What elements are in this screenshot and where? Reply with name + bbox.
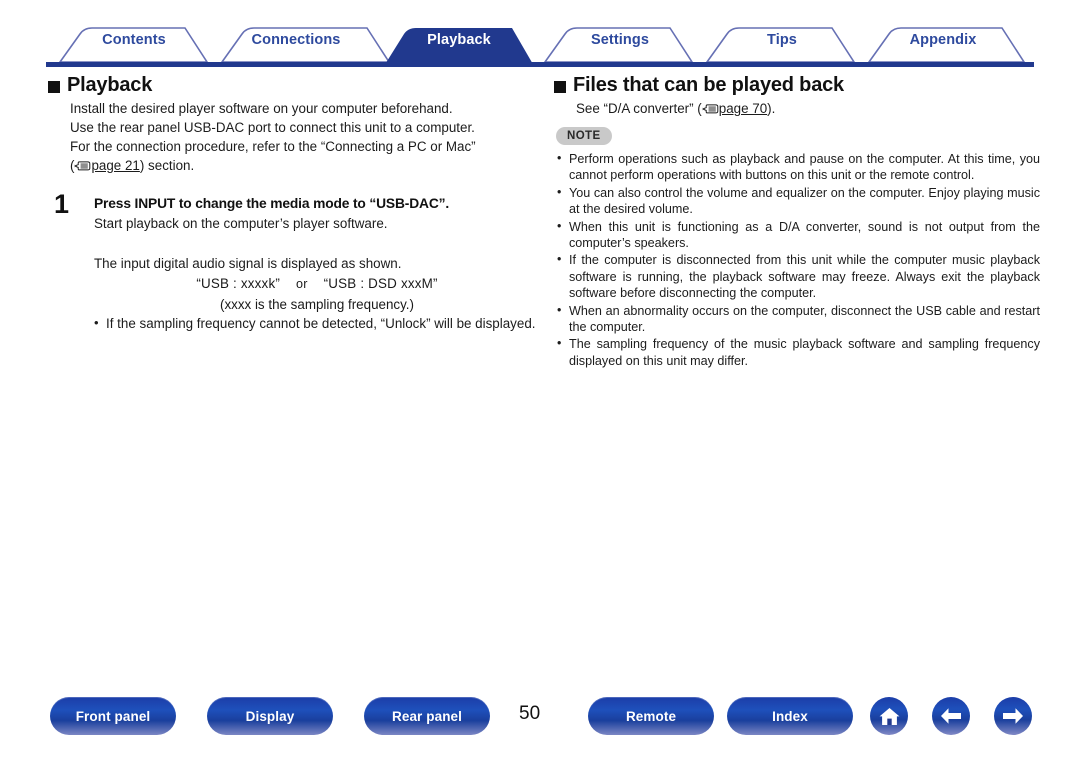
footer-navigation: Front panel Display Rear panel 50 Remote… bbox=[0, 697, 1080, 743]
frequency-note: (xxxx is the sampling frequency.) bbox=[220, 297, 414, 312]
tab-contents[interactable]: Contents bbox=[102, 32, 166, 48]
intro-ref-suffix: ) section. bbox=[139, 158, 195, 173]
note-badge: NOTE bbox=[556, 127, 612, 145]
arrow-left-glyph bbox=[941, 708, 961, 724]
tab-appendix[interactable]: Appendix bbox=[910, 32, 977, 48]
usb-option-dsd: “USB : DSD xxxM” bbox=[323, 276, 438, 291]
square-bullet-icon bbox=[48, 80, 60, 93]
tab-connections[interactable]: Connections bbox=[252, 32, 341, 48]
right-column: Files that can be played back See “D/A c… bbox=[554, 74, 1040, 370]
step-subtext: Start playback on the computer’s player … bbox=[94, 216, 388, 231]
rear-panel-button[interactable]: Rear panel bbox=[364, 697, 490, 735]
arrow-left-icon[interactable] bbox=[932, 697, 970, 735]
see-page-link[interactable]: page 70 bbox=[719, 101, 767, 116]
home-icon[interactable] bbox=[870, 697, 908, 735]
list-item: When an abnormality occurs on the comput… bbox=[556, 302, 1040, 336]
list-item: If the sampling frequency cannot be dete… bbox=[94, 313, 540, 333]
display-button[interactable]: Display bbox=[207, 697, 333, 735]
intro-page-link[interactable]: page 21 bbox=[91, 158, 139, 173]
step-number: 1 bbox=[54, 189, 70, 219]
intro-line-1: Install the desired player software on y… bbox=[70, 101, 453, 116]
home-glyph bbox=[879, 707, 899, 725]
usb-display-options: “USB : xxxxk” or “USB : DSD xxxM” bbox=[94, 273, 540, 295]
tab-bar: Contents Connections Playback Settings T… bbox=[0, 0, 1080, 68]
index-button[interactable]: Index bbox=[727, 697, 853, 735]
note-list: Perform operations such as playback and … bbox=[556, 150, 1040, 369]
list-item: When this unit is functioning as a D/A c… bbox=[556, 218, 1040, 252]
remote-button[interactable]: Remote bbox=[588, 697, 714, 735]
usb-option-separator: or bbox=[296, 277, 308, 291]
manual-page: Contents Connections Playback Settings T… bbox=[0, 0, 1080, 761]
playback-intro: Install the desired player software on y… bbox=[48, 99, 540, 175]
pointing-hand-icon bbox=[74, 157, 91, 171]
signal-display-block: The input digital audio signal is displa… bbox=[48, 254, 540, 333]
tab-playback[interactable]: Playback bbox=[427, 32, 491, 48]
tab-tips[interactable]: Tips bbox=[767, 32, 797, 48]
list-item: You can also control the volume and equa… bbox=[556, 184, 1040, 218]
signal-display-line: The input digital audio signal is displa… bbox=[94, 256, 402, 271]
pointing-hand-icon bbox=[702, 100, 719, 114]
usb-option-pcm: “USB : xxxxk” bbox=[196, 276, 281, 291]
section-heading-files-label: Files that can be played back bbox=[573, 74, 844, 96]
step-title: Press INPUT to change the media mode to … bbox=[94, 196, 450, 211]
section-heading-files: Files that can be played back bbox=[554, 74, 1040, 97]
square-bullet-icon bbox=[554, 80, 566, 93]
left-column: Playback Install the desired player soft… bbox=[48, 74, 540, 333]
section-heading-playback: Playback bbox=[48, 74, 540, 97]
list-item: The sampling frequency of the music play… bbox=[556, 335, 1040, 369]
tab-settings[interactable]: Settings bbox=[591, 32, 649, 48]
left-bullet-list: If the sampling frequency cannot be dete… bbox=[94, 313, 540, 333]
see-prefix: See “D/A converter” ( bbox=[576, 101, 702, 116]
files-reference-line: See “D/A converter” ( page 70). bbox=[554, 99, 1040, 118]
intro-page-reference: (page 21) section. bbox=[70, 156, 540, 175]
step-1: 1 Press INPUT to change the media mode t… bbox=[48, 189, 540, 233]
arrow-right-icon[interactable] bbox=[994, 697, 1032, 735]
list-item: If the computer is disconnected from thi… bbox=[556, 251, 1040, 301]
section-heading-playback-label: Playback bbox=[67, 74, 153, 96]
see-suffix: ). bbox=[767, 101, 776, 116]
front-panel-button[interactable]: Front panel bbox=[50, 697, 176, 735]
page-number: 50 bbox=[519, 703, 541, 724]
intro-line-3: For the connection procedure, refer to t… bbox=[70, 139, 476, 154]
arrow-right-glyph bbox=[1003, 708, 1023, 724]
list-item: Perform operations such as playback and … bbox=[556, 150, 1040, 184]
intro-line-2: Use the rear panel USB-DAC port to conne… bbox=[70, 120, 475, 135]
